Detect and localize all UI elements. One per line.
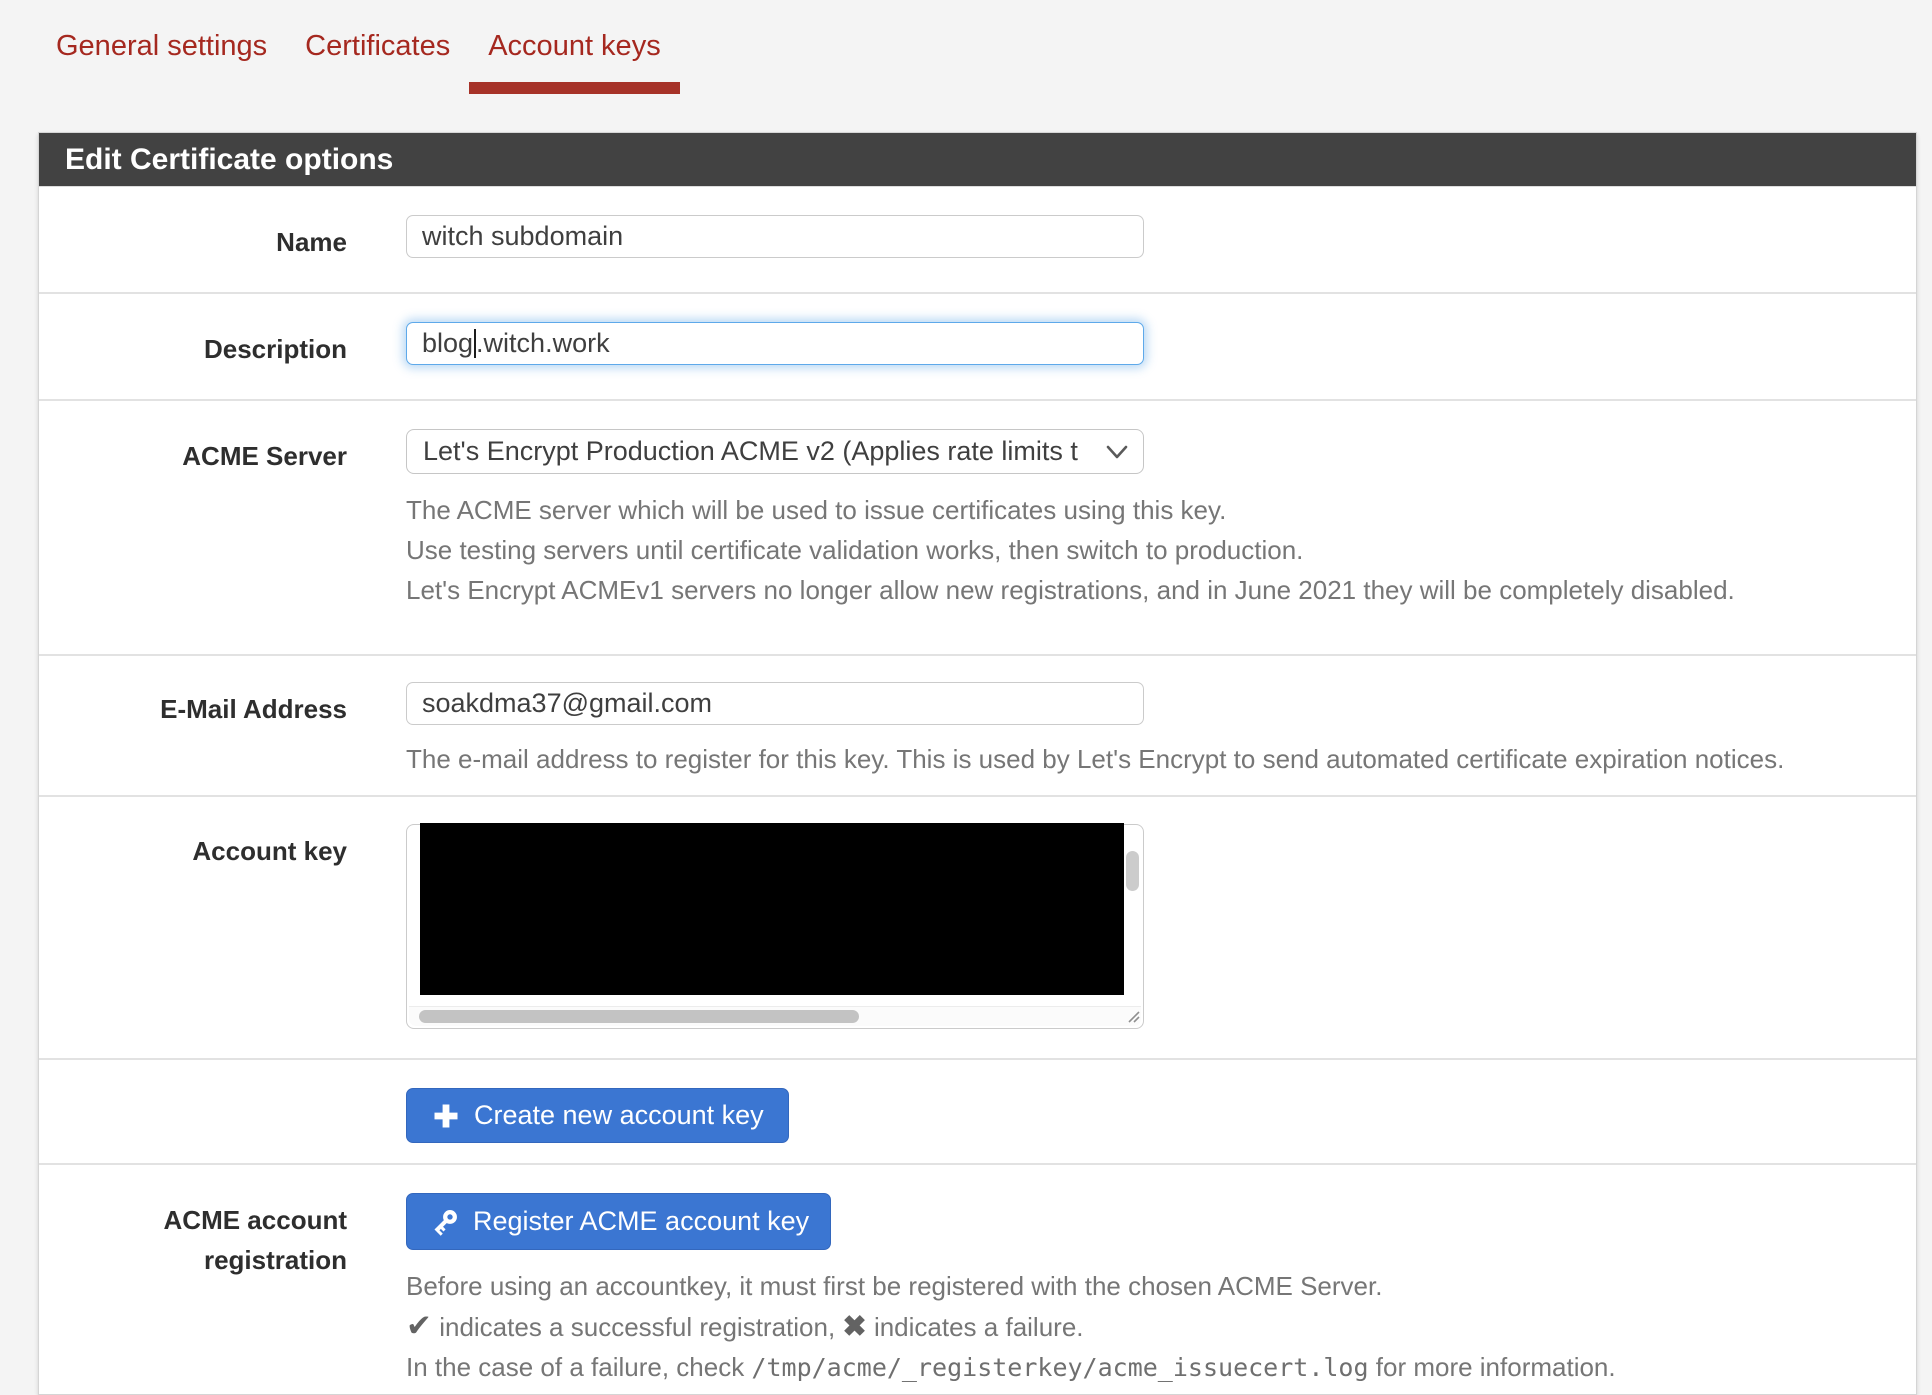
name-input[interactable] [406,215,1144,258]
x-icon: ✖ [842,1311,867,1343]
acme-server-help: The ACME server which will be used to is… [406,490,1886,610]
email-address-input[interactable] [406,682,1144,725]
account-key-textarea[interactable] [406,823,1144,1029]
acme-server-help-line-3: Let's Encrypt ACMEv1 servers no longer a… [406,575,1735,605]
acme-server-help-line-1: The ACME server which will be used to is… [406,495,1227,525]
tab-bar: General settings Certificates Account ke… [0,0,1932,94]
acme-account-registration-label-line-1: ACME account [163,1205,347,1235]
chevron-down-icon [1106,445,1128,458]
vertical-scrollbar-thumb[interactable] [1126,851,1139,891]
email-address-help: The e-mail address to register for this … [406,744,1785,774]
registration-help: Before using an accountkey, it must firs… [406,1266,1886,1388]
register-acme-account-key-button-label: Register ACME account key [473,1206,810,1236]
page: General settings Certificates Account ke… [0,0,1932,1395]
check-icon: ✔ [406,1308,432,1343]
create-account-key-label-spacer [39,1088,347,1095]
registration-help-line-1: Before using an accountkey, it must firs… [406,1271,1383,1301]
description-label: Description [203,334,347,364]
acme-account-registration-label: ACME account registration [39,1193,347,1280]
row-acme-server: ACME Server Let's Encrypt Production ACM… [39,399,1916,654]
acme-server-selected-option: Let's Encrypt Production ACME v2 (Applie… [423,436,1078,466]
plus-icon [434,1104,458,1127]
horizontal-scrollbar[interactable] [409,1006,1141,1026]
row-acme-account-registration: ACME account registration Register ACME … [39,1163,1916,1394]
description-input[interactable]: blog .witch.work [406,322,1144,365]
row-email-address: E-Mail Address The e-mail address to reg… [39,654,1916,795]
acme-server-help-line-2: Use testing servers until certificate va… [406,535,1304,565]
create-account-key-button-label: Create new account key [474,1100,764,1130]
key-icon [434,1209,457,1236]
acme-account-registration-label-line-2: registration [203,1245,347,1275]
name-label: Name [276,227,347,257]
horizontal-scrollbar-thumb[interactable] [419,1010,859,1023]
row-name: Name [39,187,1916,292]
account-key-label: Account key [192,836,347,866]
register-acme-account-key-button[interactable]: Register ACME account key [406,1193,832,1250]
description-value-before-caret: blog [422,328,474,358]
row-account-key: Account key [39,795,1916,1058]
description-value-after-caret: .witch.work [476,328,610,358]
acme-server-select[interactable]: Let's Encrypt Production ACME v2 (Applie… [406,429,1144,474]
panel-title: Edit Certificate options [39,133,1916,187]
log-path-code: /tmp/acme/_registerkey/acme_issuecert.lo… [751,1353,1369,1382]
row-description: Description blog .witch.work [39,292,1916,399]
registration-help-line-3: In the case of a failure, check /tmp/acm… [406,1352,1616,1382]
resize-handle-icon[interactable] [1125,1008,1141,1024]
edit-certificate-options-panel: Edit Certificate options Name Descriptio… [38,132,1917,1395]
redacted-account-key [420,823,1124,995]
create-account-key-button[interactable]: Create new account key [406,1088,789,1143]
tab-general-settings[interactable]: General settings [37,24,286,94]
acme-server-label: ACME Server [182,441,347,471]
tab-certificates[interactable]: Certificates [286,24,469,94]
registration-help-line-2: ✔ indicates a successful registration, ✖… [406,1308,1084,1343]
row-create-account-key: Create new account key [39,1058,1916,1163]
email-address-label: E-Mail Address [160,694,347,724]
tab-account-keys[interactable]: Account keys [469,24,680,94]
